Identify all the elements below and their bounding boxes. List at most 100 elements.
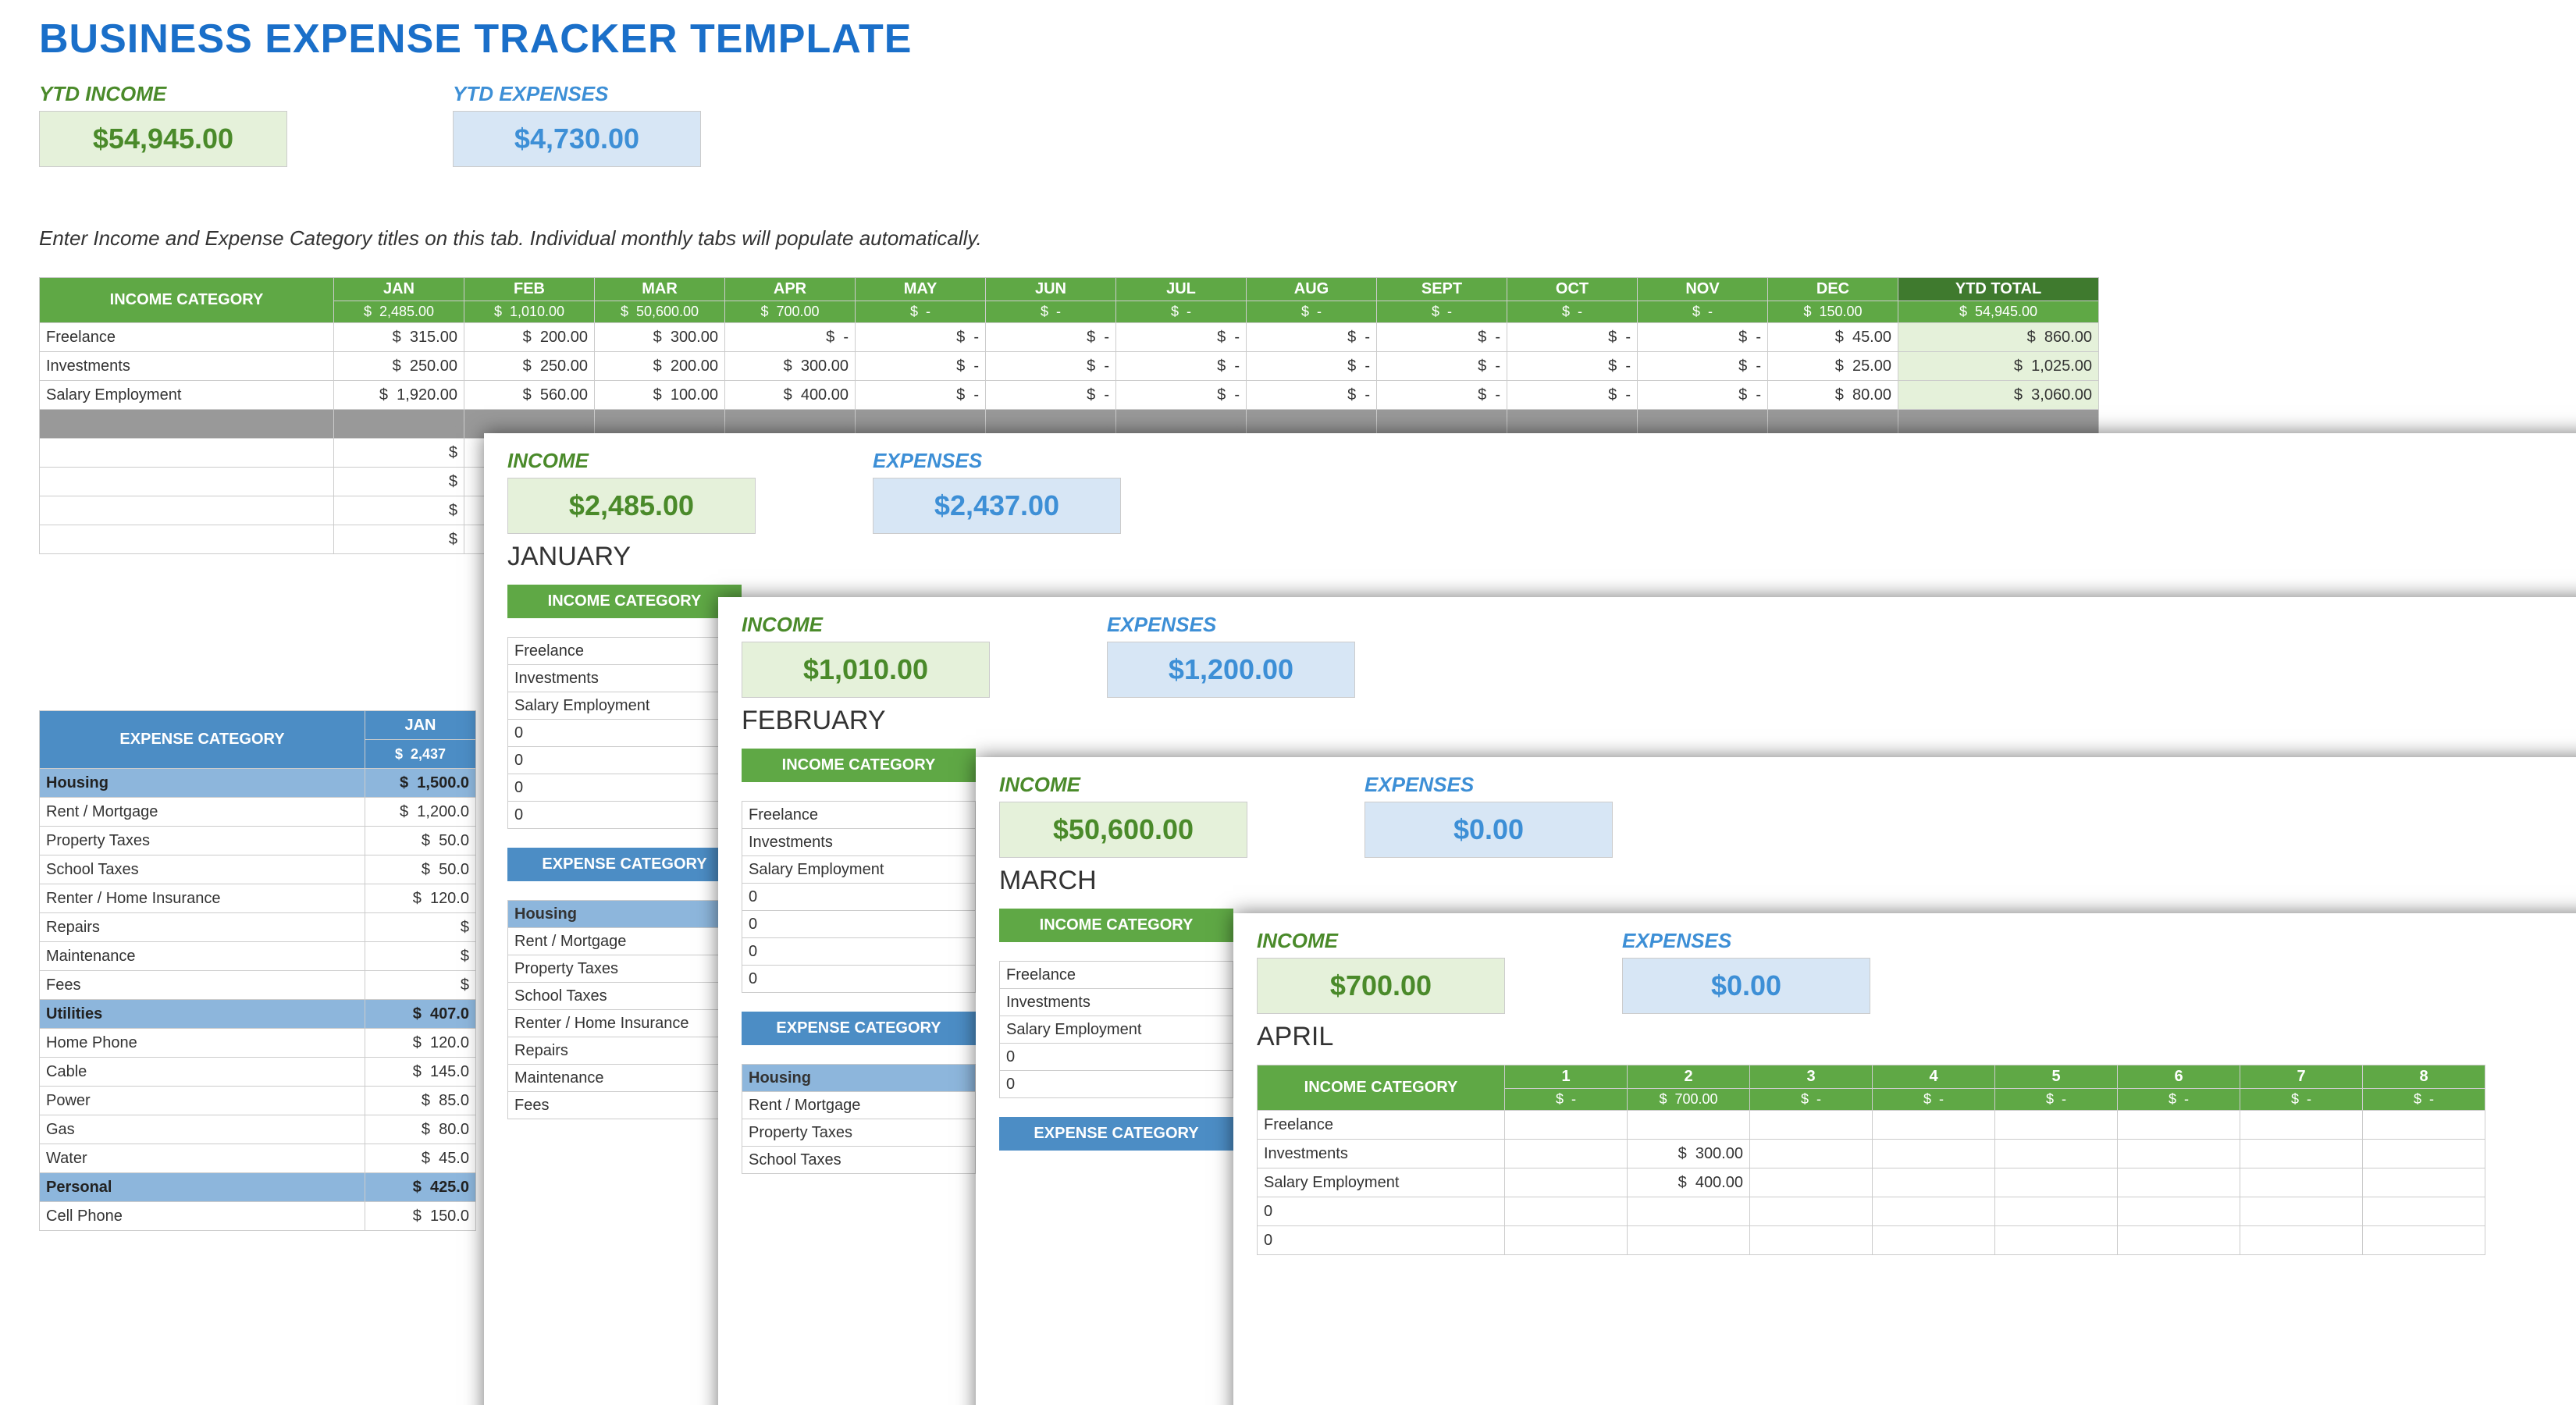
income-cell[interactable]: $ 200.00 [595, 352, 725, 381]
april-cell[interactable] [2240, 1168, 2363, 1197]
expense-row-cat[interactable]: Cable [40, 1058, 365, 1087]
income-cell[interactable]: $ - [986, 323, 1116, 352]
income-cell[interactable]: $ - [856, 381, 986, 410]
mini-row[interactable]: Housing [742, 1065, 976, 1092]
april-cell[interactable] [1505, 1168, 1628, 1197]
mini-row[interactable]: Freelance [742, 802, 976, 829]
april-cell[interactable] [2240, 1111, 2363, 1140]
april-cell[interactable] [1873, 1168, 1995, 1197]
income-cell[interactable]: $ - [1638, 323, 1768, 352]
expense-row-cat[interactable]: Cell Phone [40, 1202, 365, 1231]
income-cell[interactable]: $ - [1247, 381, 1377, 410]
april-row-cat[interactable]: Freelance [1258, 1111, 1505, 1140]
expense-row-cat[interactable]: Maintenance [40, 942, 365, 971]
income-cell[interactable]: $ 250.00 [334, 352, 464, 381]
april-cell[interactable] [1750, 1111, 1873, 1140]
income-cell[interactable]: $ - [1116, 352, 1247, 381]
april-cell[interactable] [1873, 1140, 1995, 1168]
income-row-cat[interactable]: Freelance [40, 323, 334, 352]
april-cell[interactable] [1995, 1226, 2118, 1255]
expense-row-cat[interactable]: Repairs [40, 913, 365, 942]
expense-row-cat[interactable]: Housing [40, 769, 365, 798]
mini-row[interactable]: 0 [742, 938, 976, 966]
income-cell[interactable]: $ - [1377, 352, 1507, 381]
mini-row[interactable]: Repairs [508, 1037, 742, 1065]
expense-row-cat[interactable]: School Taxes [40, 855, 365, 884]
expense-cell[interactable]: $ 50.0 [365, 827, 476, 855]
april-row-cat[interactable]: 0 [1258, 1197, 1505, 1226]
expense-row-cat[interactable]: Personal [40, 1173, 365, 1202]
expense-table[interactable]: EXPENSE CATEGORYJAN$ 2,437Housing$ 1,500… [39, 710, 476, 1231]
mini-row[interactable]: 0 [508, 802, 742, 829]
april-row-cat[interactable]: 0 [1258, 1226, 1505, 1255]
april-cell[interactable] [1750, 1168, 1873, 1197]
april-cell[interactable] [2240, 1140, 2363, 1168]
april-cell[interactable]: $ 300.00 [1628, 1140, 1750, 1168]
mini-row[interactable]: Property Taxes [742, 1119, 976, 1147]
income-cell[interactable]: $ - [1377, 381, 1507, 410]
april-cell[interactable] [1995, 1168, 2118, 1197]
mini-row[interactable]: 0 [742, 911, 976, 938]
expense-cell[interactable]: $ [365, 971, 476, 1000]
april-cell[interactable] [1873, 1226, 1995, 1255]
mini-row[interactable]: Maintenance [508, 1065, 742, 1092]
expense-cell[interactable]: $ 1,500.0 [365, 769, 476, 798]
expense-cell[interactable]: $ 50.0 [365, 855, 476, 884]
income-cell[interactable]: $ 1,920.00 [334, 381, 464, 410]
expense-cell[interactable]: $ 120.0 [365, 884, 476, 913]
mini-row[interactable]: 0 [508, 774, 742, 802]
mini-row[interactable]: Fees [508, 1092, 742, 1119]
april-cell[interactable] [1628, 1226, 1750, 1255]
expense-cell[interactable]: $ 145.0 [365, 1058, 476, 1087]
april-cell[interactable] [1505, 1226, 1628, 1255]
april-cell[interactable] [1995, 1197, 2118, 1226]
april-cell[interactable] [2363, 1226, 2485, 1255]
expense-row-cat[interactable]: Power [40, 1087, 365, 1115]
expense-cell[interactable]: $ 150.0 [365, 1202, 476, 1231]
april-cell[interactable] [2363, 1111, 2485, 1140]
income-cell[interactable]: $ - [1247, 352, 1377, 381]
april-row-cat[interactable]: Salary Employment [1258, 1168, 1505, 1197]
april-cell[interactable] [1750, 1197, 1873, 1226]
april-cell[interactable] [2118, 1197, 2240, 1226]
income-cell[interactable]: $ - [1116, 381, 1247, 410]
expense-cell[interactable]: $ [365, 913, 476, 942]
income-cell[interactable]: $ - [1507, 381, 1638, 410]
april-cell[interactable] [1628, 1111, 1750, 1140]
mini-row[interactable]: School Taxes [508, 983, 742, 1010]
expense-row-cat[interactable]: Rent / Mortgage [40, 798, 365, 827]
mini-row[interactable]: Investments [742, 829, 976, 856]
income-cell[interactable]: $ 300.00 [595, 323, 725, 352]
expense-cell[interactable]: $ 1,200.0 [365, 798, 476, 827]
mini-row[interactable]: Housing [508, 901, 742, 928]
april-cell[interactable] [1628, 1197, 1750, 1226]
expense-row-cat[interactable]: Renter / Home Insurance [40, 884, 365, 913]
april-cell[interactable] [1750, 1226, 1873, 1255]
income-cell[interactable]: $ - [1247, 323, 1377, 352]
mini-row[interactable]: Rent / Mortgage [742, 1092, 976, 1119]
april-cell[interactable] [1995, 1140, 2118, 1168]
income-cell[interactable]: $ - [725, 323, 856, 352]
expense-cell[interactable]: $ 425.0 [365, 1173, 476, 1202]
income-cell[interactable]: $ - [986, 381, 1116, 410]
income-cell[interactable]: $ 400.00 [725, 381, 856, 410]
income-cell[interactable]: $ - [856, 352, 986, 381]
mini-row[interactable]: Salary Employment [1000, 1016, 1233, 1044]
income-cell[interactable]: $ - [986, 352, 1116, 381]
mini-row[interactable]: School Taxes [742, 1147, 976, 1174]
april-cell[interactable] [1873, 1197, 1995, 1226]
april-cell[interactable] [2240, 1197, 2363, 1226]
april-cell[interactable] [2363, 1197, 2485, 1226]
mini-row[interactable]: Salary Employment [508, 692, 742, 720]
mini-row[interactable]: Freelance [1000, 962, 1233, 989]
april-cell[interactable] [1505, 1111, 1628, 1140]
income-cell[interactable]: $ - [1507, 352, 1638, 381]
expense-cell[interactable]: $ 45.0 [365, 1144, 476, 1173]
income-cell[interactable]: $ 300.00 [725, 352, 856, 381]
income-cell[interactable]: $ 100.00 [595, 381, 725, 410]
april-cell[interactable] [2118, 1168, 2240, 1197]
mini-row[interactable]: 0 [742, 966, 976, 993]
mini-row[interactable]: Rent / Mortgage [508, 928, 742, 955]
april-income-table[interactable]: INCOME CATEGORY12345678$ -$ 700.00$ -$ -… [1257, 1065, 2485, 1255]
mini-row[interactable]: 0 [508, 747, 742, 774]
